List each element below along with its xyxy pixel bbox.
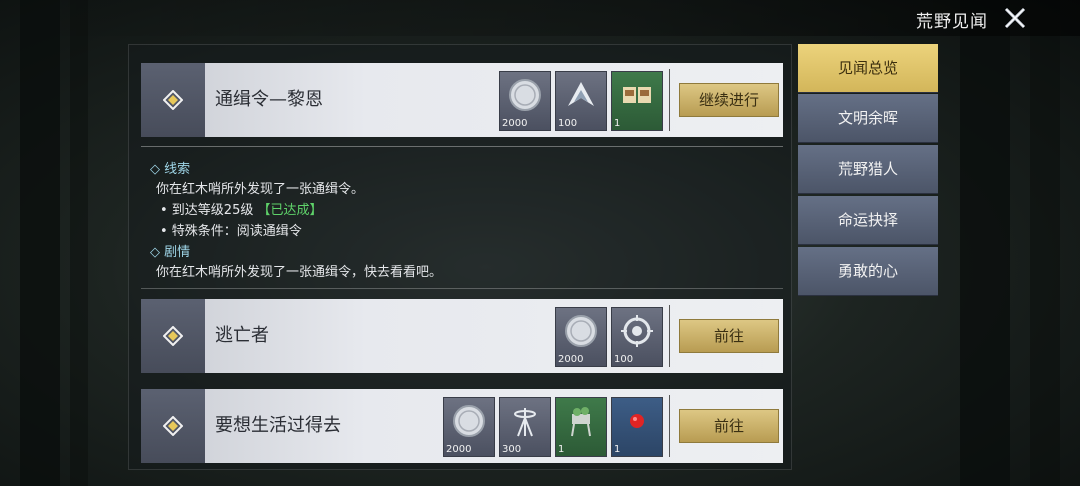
reward-slot[interactable]: 100 [611, 307, 663, 367]
divider [669, 69, 670, 131]
go-button[interactable]: 前往 [679, 319, 779, 353]
reward-slot[interactable]: 1 [611, 71, 663, 131]
quest-title: 逃亡者 [215, 325, 269, 346]
story-heading: ◇ 剧情 [150, 245, 191, 260]
reward-slot[interactable]: 2000 [499, 71, 551, 131]
close-icon[interactable] [1002, 5, 1028, 31]
sidebar-item-civilization[interactable]: 文明余晖 [798, 94, 938, 143]
continue-button[interactable]: 继续进行 [679, 83, 779, 117]
silver-coin-icon [565, 315, 597, 347]
antenna-tower-icon [514, 408, 536, 437]
quest-marker [141, 389, 205, 463]
story-text: 你在红木哨所外发现了一张通缉令，快去看看吧。 [156, 265, 443, 280]
reward-slot[interactable]: 2000 [555, 307, 607, 367]
requirement-level-text: • 到达等级25级 [160, 203, 254, 218]
quest-title: 通缉令—黎恩 [215, 89, 323, 110]
reward-slot[interactable]: 2000 [443, 397, 495, 457]
reward-slot[interactable]: 100 [555, 71, 607, 131]
sidebar-item-overview[interactable]: 见闻总览 [798, 44, 938, 93]
diamond-icon [163, 326, 183, 346]
quest-marker [141, 299, 205, 373]
diamond-icon [163, 416, 183, 436]
requirement-status: 【已达成】 [257, 203, 323, 218]
red-ball-icon [630, 414, 644, 428]
level-up-arrow-icon [568, 82, 594, 106]
reward-count: 2000 [446, 444, 472, 455]
quest-card-living[interactable]: 要想生活过得去 2000 300 1 1 前往 [141, 389, 783, 463]
wanted-poster-icon [623, 87, 651, 103]
reward-count: 300 [502, 444, 522, 455]
divider [669, 305, 670, 367]
diamond-icon [163, 90, 183, 110]
plant-stand-icon [571, 407, 591, 437]
sidebar-item-braveheart[interactable]: 勇敢的心 [798, 247, 938, 296]
reward-count: 1 [558, 444, 565, 455]
reward-slot[interactable]: 1 [611, 397, 663, 457]
requirement-special: • 特殊条件：阅读通缉令 [160, 224, 302, 239]
reward-slot[interactable]: 300 [499, 397, 551, 457]
silver-coin-icon [453, 405, 485, 437]
quest-card-wanted[interactable]: 通缉令—黎恩 2000 100 1 继续进行 [141, 63, 783, 137]
clue-text: 你在红木哨所外发现了一张通缉令。 [156, 182, 365, 197]
reward-count: 100 [558, 118, 578, 129]
silver-coin-icon [509, 79, 541, 111]
reward-count: 2000 [558, 354, 584, 365]
reward-count: 1 [614, 118, 621, 129]
top-bar: 荒野见闻 [0, 0, 1080, 36]
divider [141, 288, 783, 289]
quest-card-fugitive[interactable]: 逃亡者 2000 100 前往 [141, 299, 783, 373]
clue-heading: ◇ 线索 [150, 162, 191, 177]
requirement-level: • 到达等级25级 【已达成】 [160, 199, 323, 218]
reward-count: 100 [614, 354, 634, 365]
page-title: 荒野见闻 [916, 12, 988, 32]
sidebar-item-destiny[interactable]: 命运抉择 [798, 196, 938, 245]
reward-count: 1 [614, 444, 621, 455]
divider [669, 395, 670, 457]
go-button[interactable]: 前往 [679, 409, 779, 443]
sidebar-item-hunter[interactable]: 荒野猎人 [798, 145, 938, 194]
quest-title: 要想生活过得去 [215, 415, 341, 436]
quest-marker [141, 63, 205, 137]
badge-emblem-icon [621, 315, 653, 347]
reward-count: 2000 [502, 118, 528, 129]
divider [141, 146, 783, 147]
reward-slot[interactable]: 1 [555, 397, 607, 457]
